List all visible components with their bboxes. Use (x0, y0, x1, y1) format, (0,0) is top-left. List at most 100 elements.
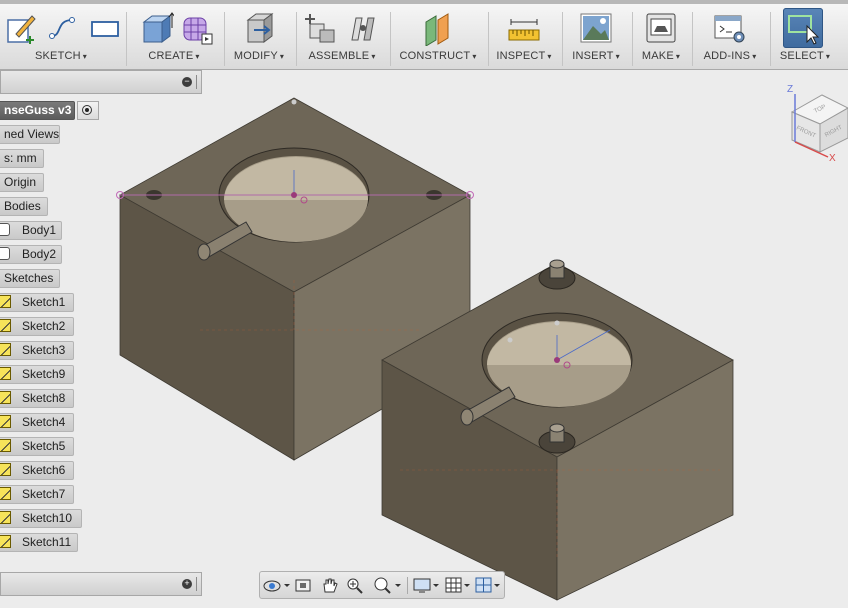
create-sketch-icon[interactable] (4, 10, 38, 46)
line-icon[interactable] (46, 10, 80, 46)
tree-label: ned Views (4, 127, 60, 141)
resize-grip[interactable] (196, 75, 199, 89)
3d-canvas[interactable]: TOP FRONT RIGHT Z X (0, 70, 848, 603)
sketch-icon (0, 439, 11, 452)
model-view[interactable]: TOP FRONT RIGHT Z X (0, 70, 848, 603)
toolbar-divider (126, 12, 127, 66)
sketch-icon (0, 415, 11, 428)
scripts-icon[interactable] (712, 10, 746, 46)
press-pull-icon[interactable] (242, 10, 276, 46)
sketch-node[interactable]: Sketch3 (0, 341, 74, 360)
toolbar-divider (562, 12, 563, 66)
add-ins-label[interactable]: ADD-INS ▾ (694, 50, 766, 62)
tree-label: Origin (4, 175, 37, 189)
3d-print-icon[interactable] (644, 10, 678, 46)
toolbar-divider (224, 12, 225, 66)
tree-label: Sketch7 (22, 487, 66, 501)
sketch-node[interactable]: Sketch8 (0, 389, 74, 408)
toolbar-divider (296, 12, 297, 66)
activate-radio[interactable] (77, 101, 99, 120)
tree-label: Body1 (22, 223, 57, 237)
expand-comments-button[interactable]: + (182, 579, 192, 589)
sketch-icon (0, 535, 11, 548)
bodies-node[interactable]: Bodies (0, 197, 48, 216)
body1-node[interactable]: Body1 (0, 221, 62, 240)
toolbar-divider (770, 12, 771, 66)
tree-label: Sketch8 (22, 391, 66, 405)
browser-root-node[interactable]: nseGuss v3 (0, 101, 75, 120)
sketch-node[interactable]: Sketch2 (0, 317, 74, 336)
look-at-icon[interactable] (292, 576, 314, 594)
insert-label[interactable]: INSERT ▾ (564, 50, 628, 62)
navbar-divider (407, 577, 408, 594)
body2-node[interactable]: Body2 (0, 245, 62, 264)
sketch-node[interactable]: Sketch11 (0, 533, 78, 552)
resize-grip[interactable] (196, 577, 199, 591)
make-group[interactable]: MAKE ▾ (634, 4, 688, 70)
sketches-node[interactable]: Sketches (0, 269, 60, 288)
modify-label[interactable]: MODIFY ▾ (226, 50, 292, 62)
browser-header[interactable]: − (0, 70, 202, 94)
construct-label[interactable]: CONSTRUCT ▾ (392, 50, 484, 62)
sketch-node[interactable]: Sketch6 (0, 461, 74, 480)
tree-label: Sketch6 (22, 463, 66, 477)
sketch-icon (0, 511, 11, 524)
display-settings-icon[interactable] (412, 576, 440, 594)
comments-panel-header[interactable]: + (0, 572, 202, 596)
x-axis-label: X (829, 153, 836, 164)
assemble-label[interactable]: ASSEMBLE ▾ (298, 50, 386, 62)
sketch-group[interactable]: SKETCH ▾ (0, 4, 122, 70)
create-group[interactable]: CREATE ▾ (128, 4, 220, 70)
zoom-icon[interactable] (344, 576, 366, 594)
visibility-icon[interactable] (0, 223, 10, 236)
select-label[interactable]: SELECT ▾ (772, 50, 838, 62)
select-button[interactable] (783, 8, 823, 48)
inspect-label[interactable]: INSPECT ▾ (490, 50, 558, 62)
extrude-icon[interactable] (140, 10, 174, 46)
z-axis-label: Z (787, 84, 793, 95)
inspect-group[interactable]: INSPECT ▾ (490, 4, 558, 70)
select-group[interactable]: SELECT ▾ (772, 4, 838, 70)
make-label[interactable]: MAKE ▾ (634, 50, 688, 62)
sketch-icon (0, 343, 11, 356)
insert-group[interactable]: INSERT ▾ (564, 4, 628, 70)
sketch-icon (0, 391, 11, 404)
assemble-group[interactable]: ASSEMBLE ▾ (298, 4, 386, 70)
origin-node[interactable]: Origin (0, 173, 44, 192)
add-ins-group[interactable]: ADD-INS ▾ (694, 4, 766, 70)
sketch-node[interactable]: Sketch4 (0, 413, 74, 432)
grid-settings-icon[interactable] (444, 576, 472, 594)
view-cube[interactable]: TOP FRONT RIGHT Z X (787, 84, 848, 164)
orbit-icon[interactable] (262, 576, 290, 594)
sketch-node[interactable]: Sketch1 (0, 293, 74, 312)
tree-label: Sketches (4, 271, 54, 285)
construct-group[interactable]: CONSTRUCT ▾ (392, 4, 484, 70)
joint-icon[interactable] (346, 10, 380, 46)
select-window-icon (788, 15, 820, 45)
named-views-node[interactable]: ned Views (0, 125, 60, 144)
tree-label: Sketch3 (22, 343, 66, 357)
sketch-node[interactable]: Sketch5 (0, 437, 74, 456)
visibility-icon[interactable] (0, 247, 10, 260)
sketch-node[interactable]: Sketch9 (0, 365, 74, 384)
sketch-label[interactable]: SKETCH ▾ (0, 50, 122, 62)
pan-icon[interactable] (318, 576, 340, 594)
rectangle-icon[interactable] (88, 10, 122, 46)
toolbar-divider (692, 12, 693, 66)
modify-group[interactable]: MODIFY ▾ (226, 4, 292, 70)
fit-icon[interactable] (370, 576, 402, 594)
form-icon[interactable] (180, 10, 214, 46)
sketch-node[interactable]: Sketch10 (0, 509, 82, 528)
offset-plane-icon[interactable] (422, 10, 456, 46)
viewports-icon[interactable] (474, 576, 502, 594)
sketch-icon (0, 319, 11, 332)
units-node[interactable]: s: mm (0, 149, 44, 168)
measure-icon[interactable] (507, 10, 541, 46)
tree-label: s: mm (4, 151, 37, 165)
new-component-icon[interactable] (304, 10, 338, 46)
navigation-bar (259, 571, 505, 599)
sketch-node[interactable]: Sketch7 (0, 485, 74, 504)
collapse-browser-button[interactable]: − (182, 77, 192, 87)
create-label[interactable]: CREATE ▾ (128, 50, 220, 62)
insert-image-icon[interactable] (579, 10, 613, 46)
